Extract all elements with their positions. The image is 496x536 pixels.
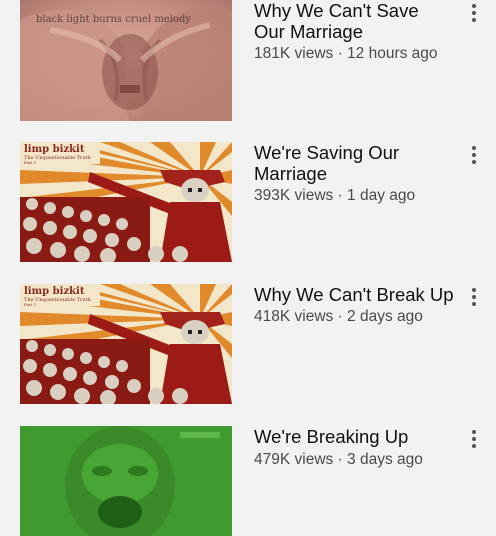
- video-meta: 479K views · 3 days ago: [254, 451, 423, 469]
- video-title[interactable]: We're Breaking Up: [254, 426, 454, 447]
- view-count: 418K views: [254, 308, 334, 325]
- upload-age: 3 days ago: [347, 451, 423, 468]
- video-meta: 181K views · 12 hours ago: [254, 45, 438, 63]
- upload-age: 2 days ago: [347, 308, 423, 325]
- thumbnail-image: limp bizkit The Unquestionable Truth Par…: [20, 284, 232, 404]
- video-item[interactable]: limp bizkit The Unquestionable Truth Par…: [0, 142, 496, 266]
- meta-separator: ·: [333, 451, 348, 468]
- view-count: 181K views: [254, 45, 334, 62]
- thumbnail-image: limp bizkit The Unquestionable Truth Par…: [20, 142, 232, 262]
- video-thumbnail[interactable]: limp bizkit The Unquestionable Truth Par…: [20, 142, 232, 262]
- video-title[interactable]: Why We Can't Save Our Marriage: [254, 0, 454, 42]
- more-vert-icon[interactable]: [466, 428, 482, 450]
- upload-age: 1 day ago: [347, 187, 416, 204]
- thumbnail-text: Part 1: [24, 302, 36, 307]
- video-thumbnail[interactable]: black light burns cruel melody: [20, 0, 232, 121]
- thumbnail-text: Part 1: [24, 160, 36, 165]
- meta-separator: ·: [333, 308, 348, 325]
- upload-age: 12 hours ago: [347, 45, 438, 62]
- more-vert-icon[interactable]: [466, 286, 482, 308]
- thumbnail-image: [20, 426, 232, 536]
- thumbnail-text: limp bizkit: [24, 286, 85, 297]
- video-feed: black light burns cruel melody Why We Ca…: [0, 0, 496, 536]
- meta-separator: ·: [333, 45, 348, 62]
- view-count: 479K views: [254, 451, 334, 468]
- video-meta: 393K views · 1 day ago: [254, 187, 415, 205]
- video-item[interactable]: limp bizkit The Unquestionable Truth Par…: [0, 284, 496, 408]
- thumbnail-text: limp bizkit: [24, 144, 85, 155]
- meta-separator: ·: [333, 187, 348, 204]
- more-vert-icon[interactable]: [466, 144, 482, 166]
- video-thumbnail[interactable]: limp bizkit The Unquestionable Truth Par…: [20, 284, 232, 404]
- video-item[interactable]: black light burns cruel melody Why We Ca…: [0, 0, 496, 124]
- video-title[interactable]: We're Saving Our Marriage: [254, 142, 454, 184]
- video-thumbnail[interactable]: [20, 426, 232, 536]
- video-item[interactable]: We're Breaking Up 479K views · 3 days ag…: [0, 426, 496, 536]
- thumbnail-text: black light burns cruel melody: [36, 14, 191, 25]
- video-meta: 418K views · 2 days ago: [254, 308, 423, 326]
- view-count: 393K views: [254, 187, 334, 204]
- more-vert-icon[interactable]: [466, 2, 482, 24]
- video-title[interactable]: Why We Can't Break Up: [254, 284, 454, 305]
- thumbnail-image: black light burns cruel melody: [20, 0, 232, 121]
